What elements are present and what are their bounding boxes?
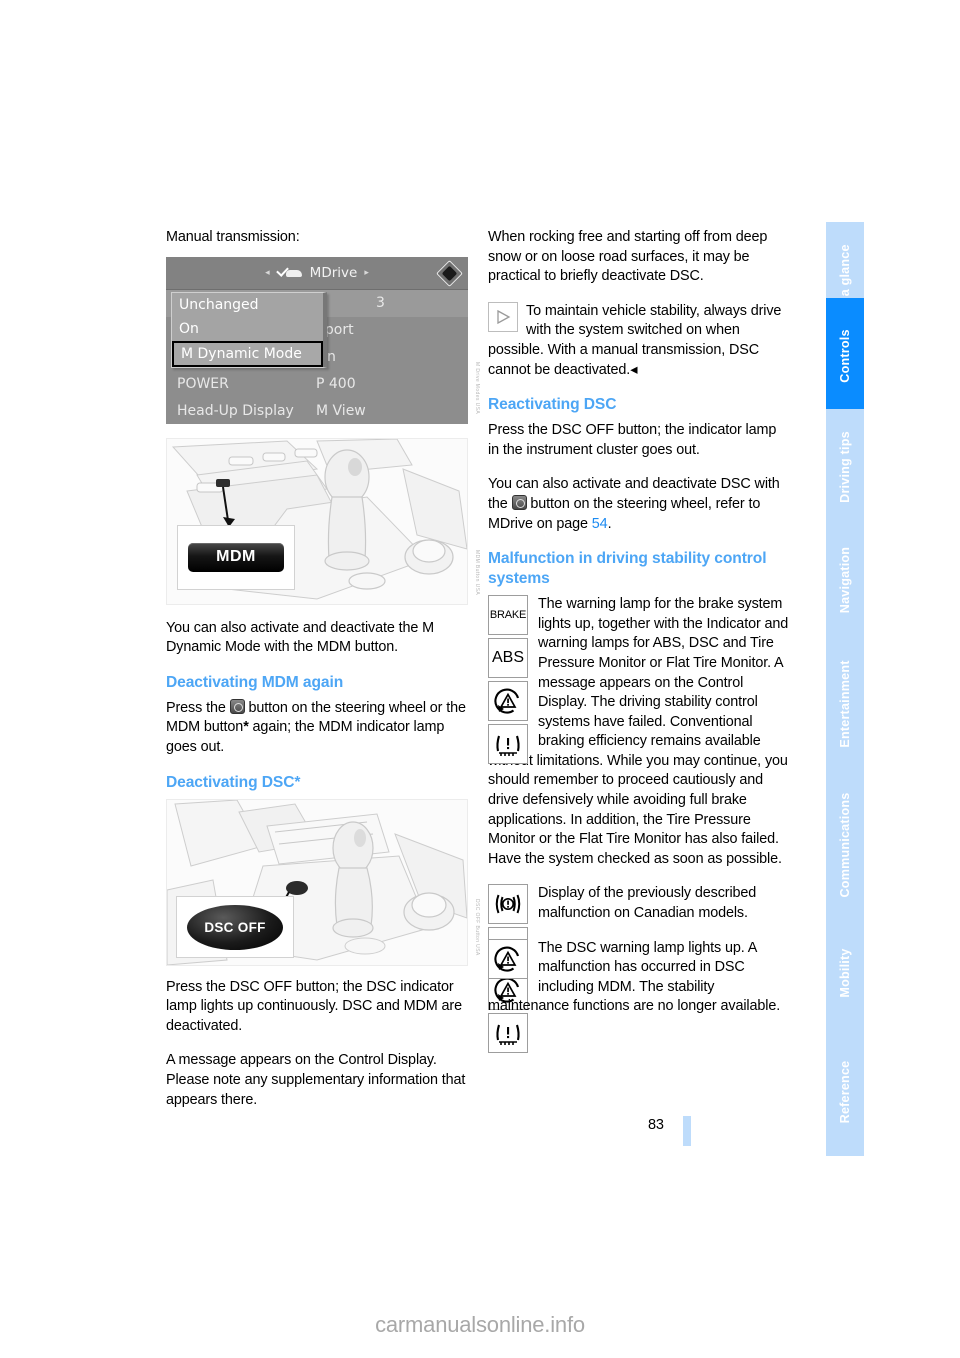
prev-arrow-icon[interactable]: ◂ bbox=[265, 268, 270, 278]
para-react-part-c: . bbox=[607, 515, 612, 532]
flat-tire-warning-icon bbox=[488, 1013, 528, 1054]
menu-diamond-icon[interactable] bbox=[436, 259, 463, 287]
note-block: To maintain vehicle stability, always dr… bbox=[488, 301, 790, 380]
dsc-off-button[interactable]: DSC OFF bbox=[187, 904, 283, 950]
tab-label: Controls bbox=[838, 328, 852, 383]
malfunction-block: BRAKE ABS The warning lamp for the brake… bbox=[488, 595, 790, 869]
figure-watermark: DSC OFF Button USA bbox=[474, 898, 480, 956]
flat-tire-warning-icon bbox=[488, 724, 528, 765]
mdrive-option-popup[interactable]: Unchanged On M Dynamic Mode bbox=[171, 291, 327, 368]
tab-label: Communications bbox=[838, 792, 852, 898]
malfunction-lamp-column: BRAKE ABS bbox=[488, 595, 532, 767]
popup-option[interactable]: On bbox=[172, 317, 323, 341]
para-react-part-b: button on the steering wheel, refer to M… bbox=[488, 495, 761, 532]
mdrive-titlebar: ◂ MDrive ▸ bbox=[166, 256, 468, 290]
note-end-marker: ◂ bbox=[630, 361, 638, 378]
para-mdm-activate: You can also activate and deactivate the… bbox=[166, 619, 435, 656]
brake-lamp-label: BRAKE bbox=[489, 609, 527, 622]
para-reactivating-press: Press the DSC OFF button; the indicator … bbox=[488, 422, 777, 458]
tab-reference[interactable]: Reference bbox=[826, 1027, 864, 1156]
tab-navigation[interactable]: Navigation bbox=[826, 521, 864, 638]
right-column: When rocking free and starting off from … bbox=[488, 228, 790, 1054]
triangle-right-note-icon bbox=[488, 301, 518, 332]
para-rocking-free: When rocking free and starting off from … bbox=[488, 229, 768, 285]
mdrive-rows: SMG Drivelogic S 3 Suspension Sport DSC … bbox=[166, 289, 468, 424]
footer-domain: carmanualsonline.info bbox=[375, 1312, 585, 1337]
dsc-triangle-icon bbox=[488, 938, 528, 979]
left-column: Manual transmission: ◂ MDrive ▸ SMG Driv… bbox=[166, 228, 480, 1125]
row-value: On bbox=[316, 349, 468, 365]
heading-malfunction: Malfunction in driving stability control… bbox=[488, 550, 767, 588]
malfunction-text: The warning lamp for the brake system li… bbox=[488, 595, 790, 869]
tab-label: Driving tips bbox=[838, 430, 852, 503]
popup-option[interactable]: Unchanged bbox=[172, 293, 323, 317]
row-value: M View bbox=[316, 403, 366, 420]
mdrive-screen: ◂ MDrive ▸ SMG Drivelogic S 3 Suspension… bbox=[166, 256, 468, 424]
tab-label: Reference bbox=[838, 1060, 852, 1123]
para-dsc-press: Press the DSC OFF button; the DSC indica… bbox=[166, 978, 462, 1034]
dsc-off-button-callout: DSC OFF bbox=[176, 895, 294, 958]
para-deact-mdm-part-a: Press the bbox=[166, 699, 230, 716]
figure-mdrive-display: ◂ MDrive ▸ SMG Drivelogic S 3 Suspension… bbox=[166, 256, 480, 424]
abs-lamp-label: ABS bbox=[491, 649, 524, 667]
tab-communications[interactable]: Communications bbox=[826, 771, 864, 919]
row-label: Head-Up Display bbox=[177, 403, 294, 420]
para-dsc-message: A message appears on the Control Display… bbox=[166, 1052, 466, 1108]
page-number-bar bbox=[683, 1116, 691, 1146]
page-reference-link[interactable]: 54 bbox=[592, 516, 608, 532]
figure-dsc-off-button: DSC OFF DSC OFF Button USA bbox=[166, 798, 480, 966]
para-reactivating-steering: You can also activate and deactivate DSC… bbox=[488, 475, 790, 534]
para-deactivating-mdm: Press the button on the steering wheel o… bbox=[166, 698, 468, 758]
dsc-off-button-label: DSC OFF bbox=[204, 919, 266, 935]
canadian-text: Display of the previously described malf… bbox=[488, 884, 790, 923]
dsc-triangle-icon bbox=[488, 681, 528, 722]
steering-wheel-dsc-button-icon bbox=[511, 494, 527, 510]
intro-caption: Manual transmission: bbox=[166, 229, 300, 245]
figure-watermark: MDM Button USA bbox=[474, 549, 480, 595]
next-arrow-icon[interactable]: ▸ bbox=[364, 268, 369, 278]
tab-label: Entertainment bbox=[838, 660, 852, 748]
brake-warning-lamp-icon: BRAKE bbox=[488, 595, 528, 636]
row-value: Sport bbox=[316, 322, 354, 339]
mdm-button[interactable]: MDM bbox=[188, 542, 284, 572]
manual-page: Manual transmission: ◂ MDrive ▸ SMG Driv… bbox=[0, 0, 960, 1358]
row-value-secondary: 3 bbox=[376, 295, 385, 312]
heading-deactivating-dsc: Deactivating DSC* bbox=[166, 773, 301, 791]
popup-option-selected[interactable]: M Dynamic Mode bbox=[172, 340, 323, 367]
figure-mdm-button: MDM MDM Button USA bbox=[166, 437, 480, 605]
mdm-button-callout: MDM bbox=[177, 524, 295, 590]
tab-controls[interactable]: Controls bbox=[826, 298, 864, 413]
row-label: POWER bbox=[177, 376, 229, 393]
note-icon-column bbox=[488, 301, 522, 335]
steering-wheel-mdm-button-icon bbox=[229, 698, 245, 714]
row-value: P 400 bbox=[316, 376, 356, 393]
tab-entertainment[interactable]: Entertainment bbox=[826, 633, 864, 775]
dsc-lamp-column bbox=[488, 938, 532, 982]
tab-driving-tips[interactable]: Driving tips bbox=[826, 409, 864, 524]
abs-warning-lamp-icon: ABS bbox=[488, 638, 528, 679]
mdm-console-illustration: MDM bbox=[166, 437, 468, 605]
heading-deactivating-mdm: Deactivating MDM again bbox=[166, 673, 344, 691]
page-number: 83 bbox=[648, 1117, 664, 1133]
tab-label: Mobility bbox=[838, 948, 852, 998]
note-text: To maintain vehicle stability, always dr… bbox=[488, 302, 790, 380]
dsc-lamp-block: The DSC warning lamp lights up. A malfun… bbox=[488, 938, 790, 1017]
dsc-lamp-text: The DSC warning lamp lights up. A malfun… bbox=[488, 939, 790, 1017]
tab-label: Navigation bbox=[838, 546, 852, 613]
car-check-icon bbox=[277, 266, 303, 280]
canadian-block: ABS bbox=[488, 884, 790, 1054]
mdm-button-label: MDM bbox=[216, 548, 256, 566]
heading-reactivating-dsc: Reactivating DSC bbox=[488, 396, 617, 414]
mdrive-title: MDrive bbox=[309, 264, 358, 281]
tab-mobility[interactable]: Mobility bbox=[826, 915, 864, 1031]
section-tab-rail: At a glance Controls Driving tips Naviga… bbox=[826, 0, 864, 1358]
canadian-brake-icon bbox=[488, 884, 528, 925]
figure-watermark: M Drive Modes USA bbox=[474, 361, 480, 414]
mdrive-row[interactable]: POWER P 400 bbox=[166, 371, 468, 398]
canadian-text-body: Display of the previously described malf… bbox=[538, 885, 757, 922]
dsc-console-illustration: DSC OFF bbox=[166, 798, 468, 966]
mdrive-row[interactable]: Head-Up Display M View bbox=[166, 398, 468, 424]
footer-watermark: carmanualsonline.info bbox=[0, 1312, 960, 1338]
